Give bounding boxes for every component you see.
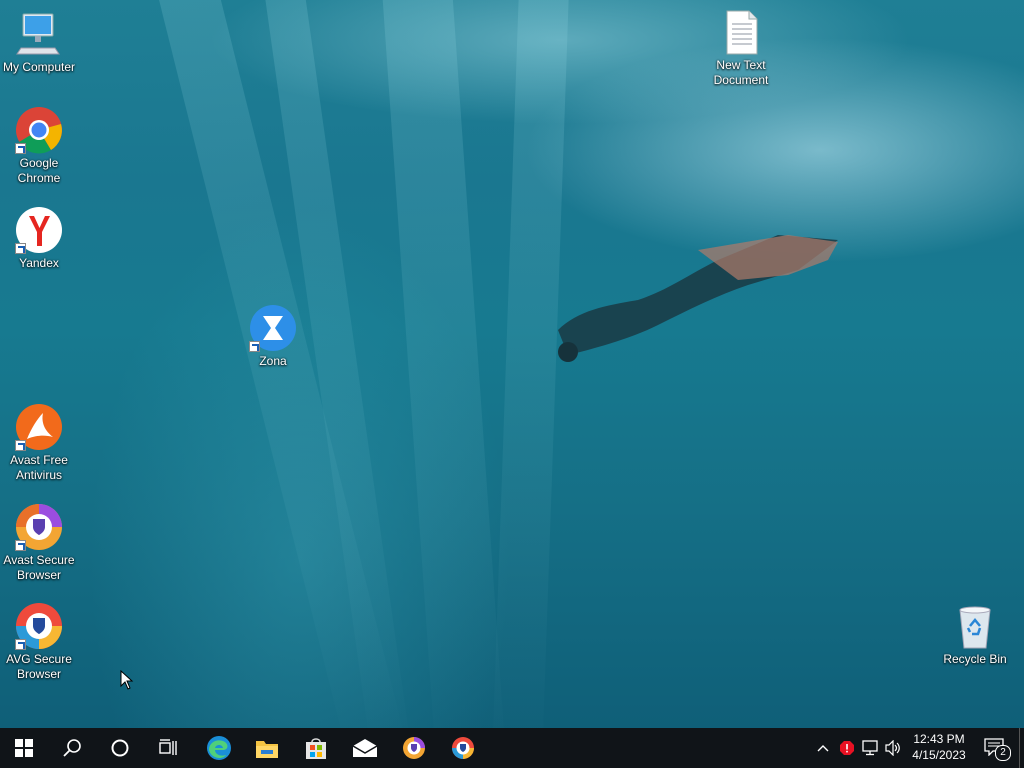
chrome-icon [15, 106, 63, 154]
cortana-button[interactable] [96, 728, 144, 768]
search-button[interactable] [48, 728, 96, 768]
store-icon [306, 738, 326, 759]
avast-browser-icon [15, 503, 63, 551]
zona-icon [249, 304, 297, 352]
shortcut-arrow-icon [15, 440, 26, 451]
avast-browser-icon [403, 737, 425, 759]
desktop-icon-recycle-bin[interactable]: Recycle Bin [937, 602, 1013, 667]
cortana-icon [111, 739, 129, 757]
clock-time: 12:43 PM [913, 732, 965, 746]
desktop-icon-label: Google Chrome [17, 156, 61, 185]
start-icon [15, 739, 33, 757]
search-icon [63, 739, 81, 757]
show-desktop-button[interactable] [1019, 728, 1024, 768]
taskbar-file-explorer[interactable] [243, 728, 291, 768]
desktop-icon-label: Avast Secure Browser [3, 553, 75, 582]
network-icon [862, 740, 878, 756]
desktop-background[interactable]: My Computer Google Chrome Yandex Zona Av… [0, 0, 1024, 728]
notification-count-badge: 2 [995, 745, 1011, 761]
network-tray-button[interactable] [860, 728, 882, 768]
freediver-wallpaper-figure [558, 235, 838, 362]
taskbar-clock[interactable]: 12:43 PM 4/15/2023 [904, 731, 974, 765]
desktop-icon-label: My Computer [2, 60, 76, 74]
shortcut-arrow-icon [15, 540, 26, 551]
start-button[interactable] [0, 728, 48, 768]
avg-browser-icon [452, 737, 474, 759]
desktop-icon-label: AVG Secure Browser [6, 652, 72, 681]
edge-icon [207, 736, 231, 760]
taskbar: 12:43 PM 4/15/2023 2 [0, 728, 1024, 768]
desktop-icon-my-computer[interactable]: My Computer [1, 10, 77, 75]
desktop-icon-label: New Text Document [713, 58, 769, 87]
clock-date: 4/15/2023 [912, 748, 966, 762]
light-ray [380, 0, 508, 728]
show-hidden-icons-button[interactable] [812, 728, 834, 768]
desktop-icon-avast-secure-browser[interactable]: Avast Secure Browser [1, 503, 77, 583]
desktop-icon-label: Zona [259, 354, 287, 368]
desktop-icon-avg-secure-browser[interactable]: AVG Secure Browser [1, 602, 77, 682]
shortcut-arrow-icon [15, 143, 26, 154]
action-center-button[interactable]: 2 [978, 728, 1014, 768]
desktop-icon-google-chrome[interactable]: Google Chrome [1, 106, 77, 186]
desktop-icon-zona[interactable]: Zona [235, 304, 311, 369]
mail-icon [352, 739, 378, 757]
text-document-icon [717, 8, 765, 56]
volume-tray-button[interactable] [883, 728, 905, 768]
taskbar-avast-secure-browser[interactable] [390, 728, 438, 768]
shortcut-arrow-icon [15, 639, 26, 650]
shortcut-arrow-icon [15, 243, 26, 254]
chevron-up-icon [817, 745, 829, 752]
security-alert-icon [840, 741, 854, 755]
yandex-icon [15, 206, 63, 254]
taskbar-avg-secure-browser[interactable] [439, 728, 487, 768]
taskbar-mail[interactable] [341, 728, 389, 768]
taskbar-edge[interactable] [195, 728, 243, 768]
desktop-icon-label: Yandex [19, 256, 59, 270]
desktop-icon-label: Recycle Bin [943, 652, 1007, 666]
task-view-button[interactable] [144, 728, 192, 768]
file-explorer-icon [256, 741, 278, 758]
taskbar-microsoft-store[interactable] [292, 728, 340, 768]
avast-icon [15, 403, 63, 451]
volume-icon [885, 740, 900, 756]
shortcut-arrow-icon [249, 341, 260, 352]
desktop-icon-yandex[interactable]: Yandex [1, 206, 77, 271]
avg-browser-icon [15, 602, 63, 650]
computer-icon [15, 10, 63, 58]
desktop-icon-avast-free-antivirus[interactable]: Avast Free Antivirus [1, 403, 77, 483]
desktop-icon-label: Avast Free Antivirus [10, 453, 68, 482]
mouse-cursor-icon [120, 670, 134, 690]
desktop-icon-new-text-document[interactable]: New Text Document [703, 8, 779, 88]
security-alert-tray-button[interactable] [836, 728, 858, 768]
task-view-icon [159, 739, 177, 755]
recycle-bin-icon [951, 602, 999, 650]
